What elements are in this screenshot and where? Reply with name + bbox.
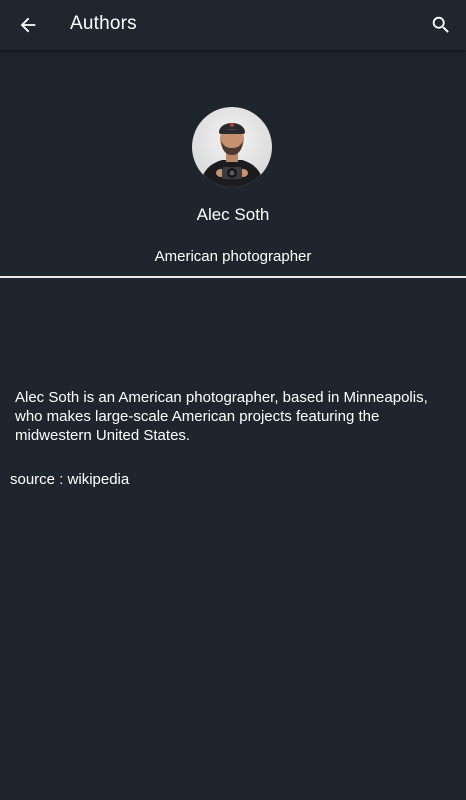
author-header: Alec Soth American photographer bbox=[0, 50, 466, 276]
author-bio: Alec Soth is an American photographer, b… bbox=[15, 389, 428, 444]
app-bar: Authors bbox=[0, 0, 466, 50]
search-button[interactable] bbox=[416, 0, 466, 50]
author-avatar bbox=[192, 107, 272, 187]
author-portrait-image bbox=[192, 107, 272, 187]
search-icon bbox=[432, 16, 449, 33]
author-name: Alec Soth bbox=[196, 205, 270, 224]
back-button[interactable] bbox=[3, 0, 53, 50]
source-label: source : wikipedia bbox=[10, 471, 130, 488]
arrow-back-icon bbox=[20, 17, 36, 33]
section-divider bbox=[0, 276, 466, 278]
author-description: American photographer bbox=[154, 248, 312, 265]
page-title: Authors bbox=[70, 13, 137, 34]
